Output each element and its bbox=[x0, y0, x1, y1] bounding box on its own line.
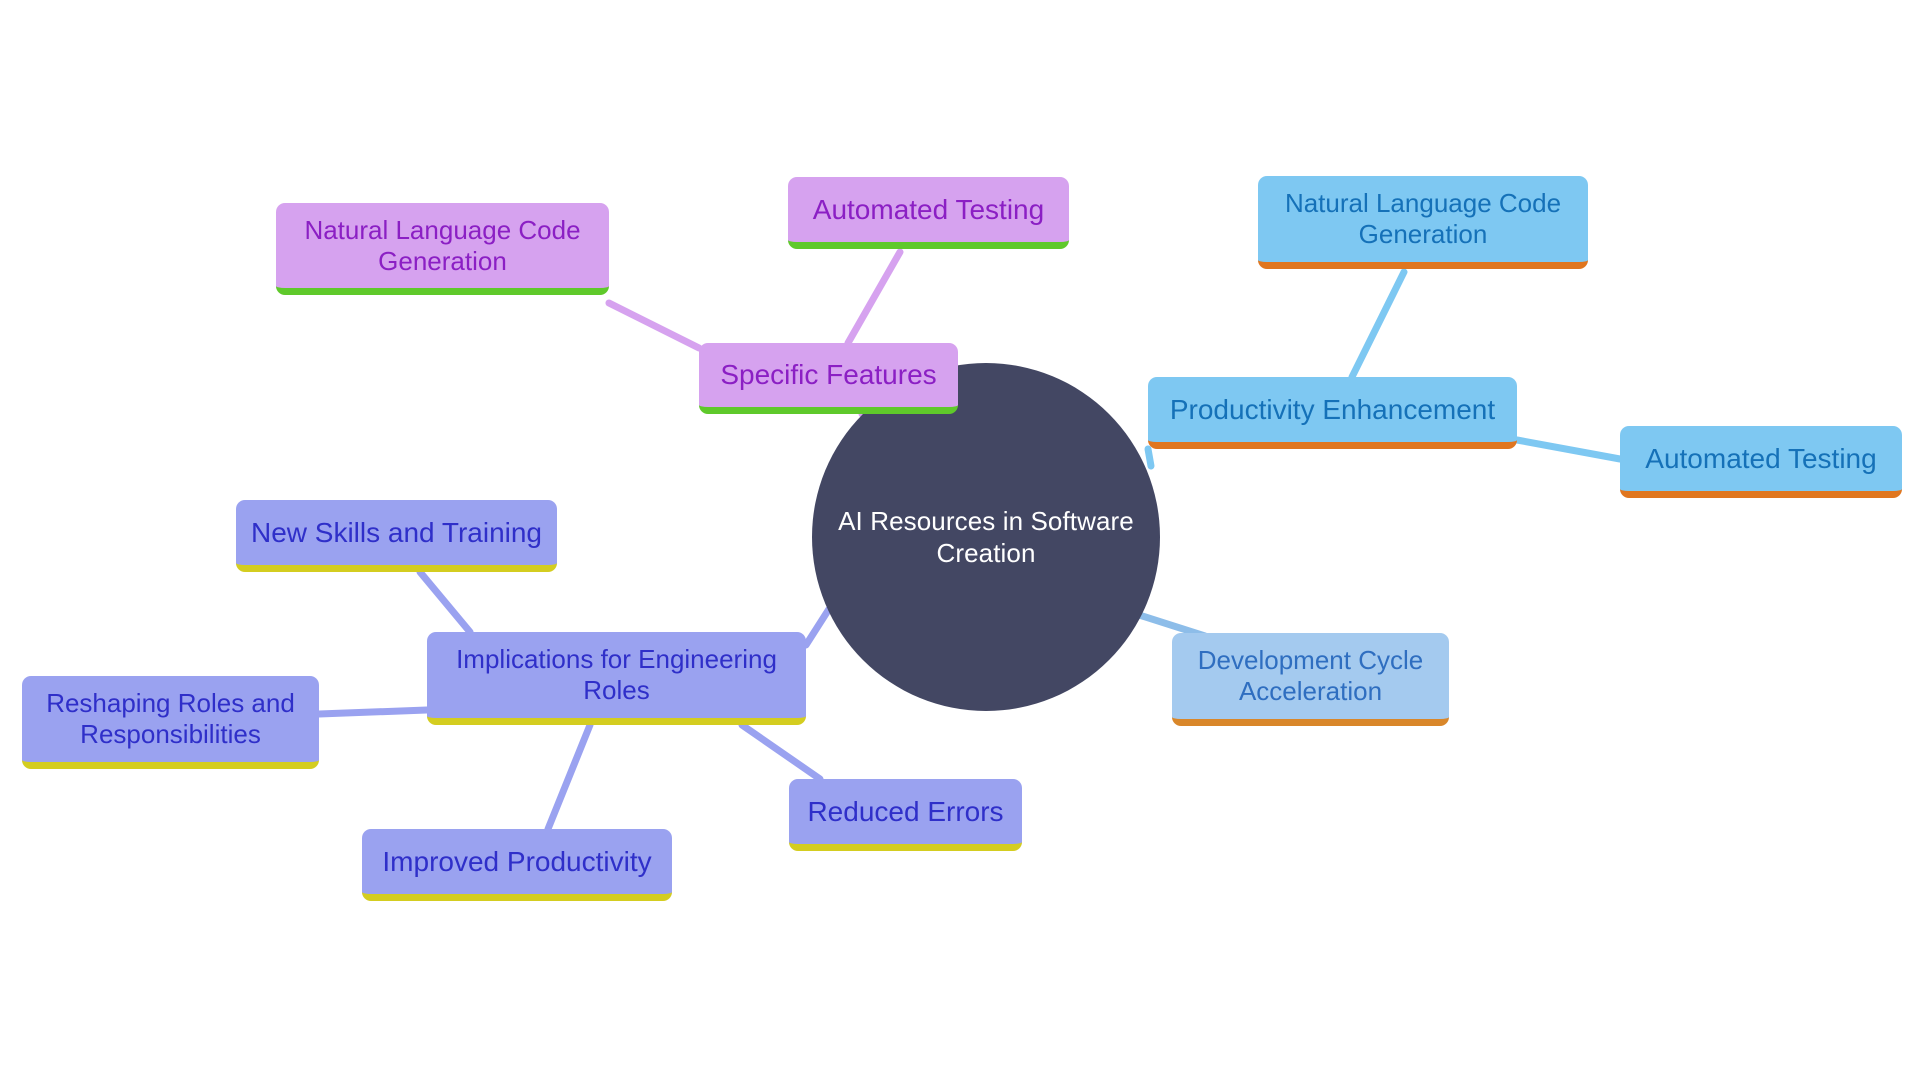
edge-productivity-automated-testing bbox=[1513, 436, 1624, 463]
node-label-implications-for-engineering-roles: Implications for Engineering Roles bbox=[456, 644, 777, 705]
node-label-development-cycle-acceleration: Development Cycle Acceleration bbox=[1197, 645, 1424, 706]
node-label-new-skills-and-training: New Skills and Training bbox=[250, 516, 543, 548]
node-automated-testing-purple[interactable]: Automated Testing bbox=[788, 177, 1069, 249]
node-label-automated-testing-blue: Automated Testing bbox=[1645, 442, 1877, 474]
mindmap-canvas: AI Resources in Software Creation Specif… bbox=[0, 0, 1920, 1080]
node-reshaping-roles-and-responsibilities[interactable]: Reshaping Roles and Responsibilities bbox=[22, 676, 319, 769]
node-label-reduced-errors: Reduced Errors bbox=[807, 795, 1004, 827]
node-development-cycle-acceleration[interactable]: Development Cycle Acceleration bbox=[1172, 633, 1449, 726]
node-improved-productivity[interactable]: Improved Productivity bbox=[362, 829, 672, 901]
edge-specific-features-automated-testing bbox=[844, 248, 904, 347]
node-label-improved-productivity: Improved Productivity bbox=[382, 845, 652, 877]
node-label-specific-features: Specific Features bbox=[720, 359, 937, 391]
node-nl-code-generation-purple[interactable]: Natural Language Code Generation bbox=[276, 203, 609, 295]
node-new-skills-and-training[interactable]: New Skills and Training bbox=[236, 500, 557, 572]
edge-implications-reduced-errors bbox=[738, 721, 824, 783]
edge-implications-improved-productivity bbox=[544, 721, 594, 833]
node-nl-code-generation-blue[interactable]: Natural Language Code Generation bbox=[1258, 176, 1588, 269]
node-label-nl-code-generation-blue: Natural Language Code Generation bbox=[1284, 188, 1562, 249]
root-node[interactable]: AI Resources in Software Creation bbox=[812, 363, 1160, 711]
node-productivity-enhancement[interactable]: Productivity Enhancement bbox=[1148, 377, 1517, 449]
node-implications-for-engineering-roles[interactable]: Implications for Engineering Roles bbox=[427, 632, 806, 725]
edge-root-productivity bbox=[1144, 445, 1155, 470]
node-label-automated-testing-purple: Automated Testing bbox=[812, 193, 1045, 225]
edge-implications-new-skills bbox=[416, 568, 474, 636]
node-reduced-errors[interactable]: Reduced Errors bbox=[789, 779, 1022, 851]
node-label-nl-code-generation-purple: Natural Language Code Generation bbox=[304, 214, 581, 276]
node-label-reshaping-roles-and-responsibilities: Reshaping Roles and Responsibilities bbox=[46, 688, 295, 749]
edge-specific-features-nlcg bbox=[605, 299, 703, 352]
node-specific-features[interactable]: Specific Features bbox=[699, 343, 958, 414]
edge-implications-reshaping bbox=[315, 706, 431, 718]
edge-root-implications bbox=[802, 605, 833, 649]
root-node-label: AI Resources in Software Creation bbox=[838, 505, 1134, 569]
node-label-productivity-enhancement: Productivity Enhancement bbox=[1169, 393, 1496, 425]
node-automated-testing-blue[interactable]: Automated Testing bbox=[1620, 426, 1902, 498]
edge-productivity-nlcg bbox=[1348, 268, 1408, 381]
